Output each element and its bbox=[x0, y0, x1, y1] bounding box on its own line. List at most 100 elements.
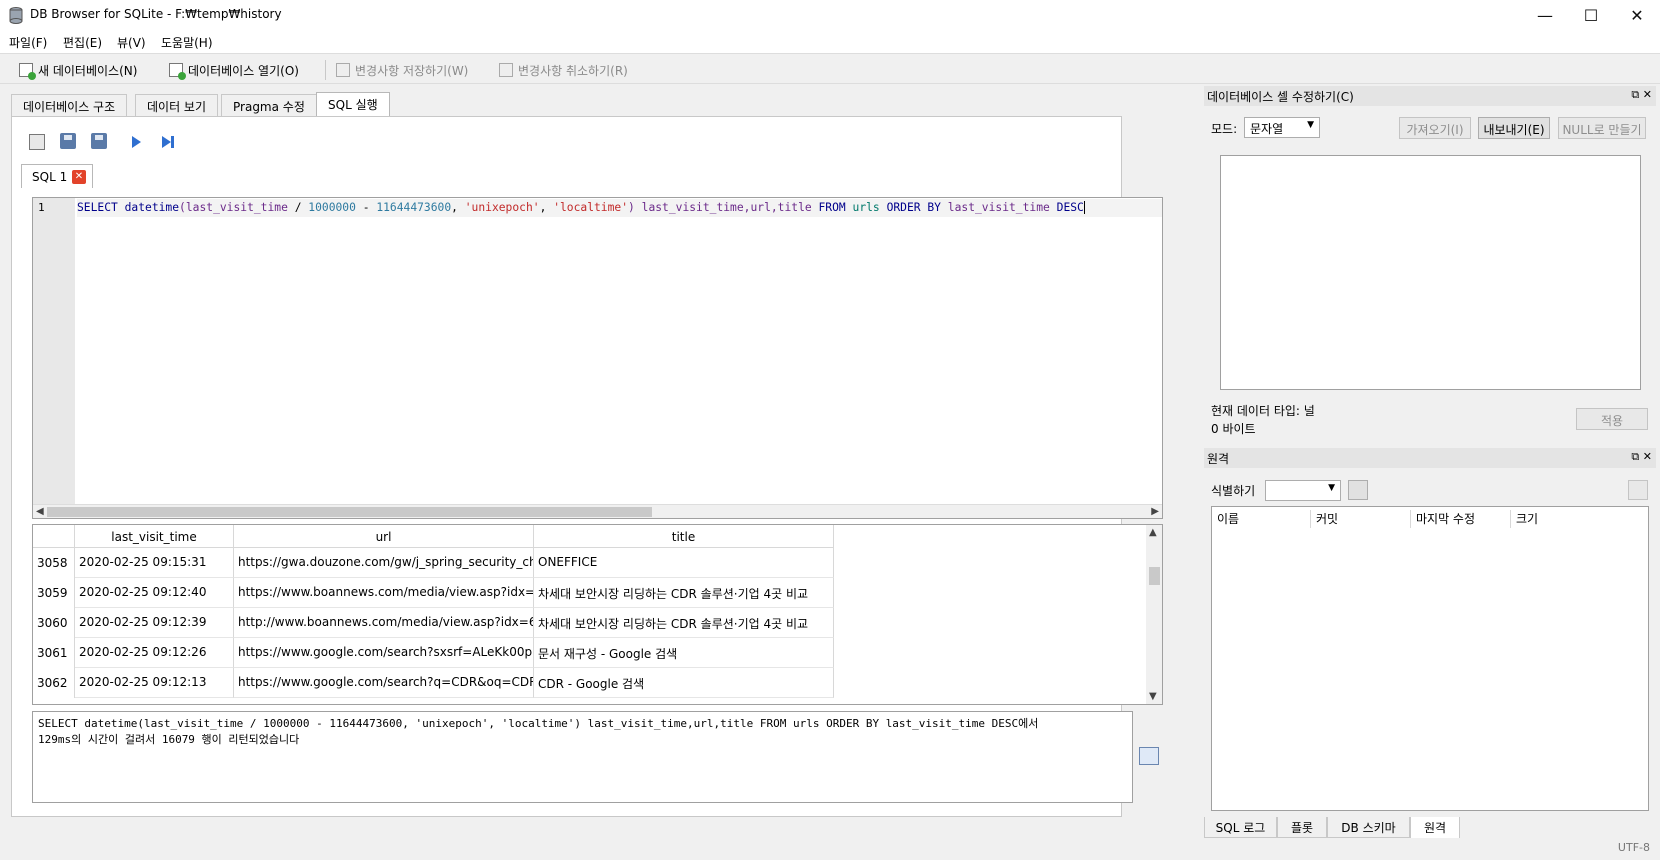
editor-horizontal-scrollbar[interactable]: ◀ ▶ bbox=[33, 504, 1162, 518]
token-comma: , bbox=[451, 201, 465, 214]
tab-browse-data[interactable]: 데이터 보기 bbox=[135, 94, 219, 116]
export-button[interactable]: 내보내기(E) bbox=[1478, 117, 1550, 139]
cell-editor-dock-title: 데이터베이스 셀 수정하기(C) ⧉ ✕ bbox=[1204, 86, 1656, 106]
open-database-label: 데이터베이스 열기(O) bbox=[188, 63, 299, 78]
results-grid[interactable]: last_visit_time url title 3058 2020-02-2… bbox=[32, 524, 1163, 705]
minimize-button[interactable]: — bbox=[1522, 0, 1568, 31]
menu-edit[interactable]: 편집(E) bbox=[63, 34, 102, 51]
remote-column-name: 이름 bbox=[1212, 510, 1311, 528]
encoding-label: UTF-8 bbox=[1617, 841, 1650, 854]
open-sql-file-icon[interactable] bbox=[60, 133, 76, 149]
add-identity-icon[interactable] bbox=[1348, 480, 1368, 500]
execute-all-icon[interactable] bbox=[132, 136, 141, 148]
open-database-button[interactable]: 데이터베이스 열기(O) bbox=[169, 59, 299, 81]
cell-url[interactable]: http://www.boannews.com/media/view.asp?i… bbox=[234, 608, 534, 638]
token-paren: ( bbox=[179, 201, 186, 214]
menu-file[interactable]: 파일(F) bbox=[9, 34, 47, 51]
scroll-up-icon[interactable]: ▲ bbox=[1149, 527, 1157, 538]
scrollbar-thumb[interactable] bbox=[1149, 567, 1160, 585]
close-tab-icon[interactable]: ✕ bbox=[72, 170, 86, 184]
sql-editor[interactable]: 1 SELECT datetime(last_visit_time / 1000… bbox=[32, 197, 1163, 519]
cell-last-visit-time[interactable]: 2020-02-25 09:12:40 bbox=[75, 578, 234, 608]
tab-remote[interactable]: 원격 bbox=[1410, 817, 1460, 840]
revert-changes-label: 변경사항 취소하기(R) bbox=[518, 63, 628, 78]
scroll-right-icon[interactable]: ▶ bbox=[1151, 506, 1159, 517]
cell-title[interactable]: CDR - Google 검색 bbox=[534, 668, 834, 698]
token-string: 'unixepoch' bbox=[464, 201, 540, 214]
token-table: urls bbox=[852, 201, 880, 214]
scroll-down-icon[interactable]: ▼ bbox=[1149, 691, 1157, 702]
mode-label: 모드: bbox=[1211, 122, 1238, 136]
identity-label: 식별하기 bbox=[1211, 484, 1256, 498]
scrollbar-thumb[interactable] bbox=[47, 507, 652, 517]
identity-select[interactable]: ▼ bbox=[1265, 480, 1341, 501]
open-database-icon bbox=[169, 63, 186, 80]
save-icon bbox=[336, 63, 350, 77]
token-desc: DESC bbox=[1056, 201, 1084, 214]
results-vertical-scrollbar[interactable]: ▲ ▼ bbox=[1146, 525, 1162, 704]
dock-float-close-icons[interactable]: ⧉ ✕ bbox=[1631, 88, 1652, 102]
sql-editor-tab[interactable]: SQL 1 ✕ bbox=[21, 164, 93, 188]
data-type-label: 현재 데이터 타입: 널 bbox=[1211, 404, 1315, 418]
remote-title: 원격 bbox=[1207, 452, 1230, 466]
cell-title[interactable]: 문서 재구성 - Google 검색 bbox=[534, 638, 834, 668]
window-title: DB Browser for SQLite - F:₩temp₩history bbox=[30, 7, 282, 21]
main-toolbar: 새 데이터베이스(N) 데이터베이스 열기(O) 변경사항 저장하기(W) 변경… bbox=[0, 53, 1660, 84]
column-header-last-visit-time[interactable]: last_visit_time bbox=[75, 525, 234, 548]
sql-tab-label: SQL 1 bbox=[32, 170, 68, 184]
row-number: 3060 bbox=[33, 608, 75, 638]
token-column: last_visit_time bbox=[947, 201, 1050, 214]
line-number: 1 bbox=[38, 201, 45, 214]
column-header-title[interactable]: title bbox=[534, 525, 834, 548]
token-from: FROM bbox=[818, 201, 846, 214]
tab-plot[interactable]: 플롯 bbox=[1277, 817, 1327, 838]
token-operator: / bbox=[287, 201, 309, 214]
revert-changes-button[interactable]: 변경사항 취소하기(R) bbox=[499, 59, 628, 81]
save-changes-button[interactable]: 변경사항 저장하기(W) bbox=[336, 59, 468, 81]
import-button[interactable]: 가져오기(I) bbox=[1399, 117, 1471, 139]
message-result-line: 129ms의 시간이 걸려서 16079 행이 리턴되었습니다 bbox=[38, 733, 300, 746]
execute-line-icon[interactable] bbox=[162, 136, 174, 148]
remote-list[interactable]: 이름 커밋 마지막 수정 크기 bbox=[1211, 506, 1649, 811]
tab-edit-pragmas[interactable]: Pragma 수정 bbox=[221, 94, 317, 116]
mode-select[interactable]: 문자열 ▼ bbox=[1244, 117, 1320, 138]
menu-help[interactable]: 도움말(H) bbox=[161, 34, 213, 51]
remote-settings-icon[interactable] bbox=[1628, 480, 1648, 500]
cell-last-visit-time[interactable]: 2020-02-25 09:15:31 bbox=[75, 548, 234, 578]
data-size-label: 0 바이트 bbox=[1211, 422, 1256, 436]
cell-title[interactable]: 차세대 보안시장 리딩하는 CDR 솔루션·기업 4곳 비교 bbox=[534, 608, 834, 638]
cell-title[interactable]: 차세대 보안시장 리딩하는 CDR 솔루션·기업 4곳 비교 bbox=[534, 578, 834, 608]
column-header-url[interactable]: url bbox=[234, 525, 534, 548]
cell-title[interactable]: ONEFFICE bbox=[534, 548, 834, 578]
save-results-icon[interactable] bbox=[1139, 747, 1159, 765]
cell-last-visit-time[interactable]: 2020-02-25 09:12:39 bbox=[75, 608, 234, 638]
cell-last-visit-time[interactable]: 2020-02-25 09:12:13 bbox=[75, 668, 234, 698]
set-null-button[interactable]: NULL로 만들기 bbox=[1558, 117, 1646, 139]
tab-database-structure[interactable]: 데이터베이스 구조 bbox=[11, 94, 128, 116]
token-comma: , bbox=[539, 201, 554, 214]
menu-view[interactable]: 뷰(V) bbox=[117, 34, 146, 51]
save-sql-file-icon[interactable] bbox=[91, 133, 107, 149]
scroll-left-icon[interactable]: ◀ bbox=[36, 506, 44, 517]
token-number: 11644473600 bbox=[376, 201, 452, 214]
tab-db-schema[interactable]: DB 스키마 bbox=[1327, 817, 1410, 838]
close-window-button[interactable]: ✕ bbox=[1614, 0, 1660, 31]
remote-column-commit: 커밋 bbox=[1311, 510, 1411, 528]
tab-sql-log[interactable]: SQL 로그 bbox=[1204, 817, 1277, 838]
open-tab-icon[interactable] bbox=[29, 134, 45, 150]
cell-url[interactable]: https://gwa.douzone.com/gw/j_spring_secu… bbox=[234, 548, 534, 578]
dock-float-close-icons[interactable]: ⧉ ✕ bbox=[1631, 450, 1652, 464]
cell-editor-textarea[interactable] bbox=[1220, 155, 1641, 390]
tab-execute-sql[interactable]: SQL 실행 bbox=[316, 92, 390, 117]
apply-button[interactable]: 적용 bbox=[1576, 408, 1648, 430]
mode-value: 문자열 bbox=[1250, 122, 1284, 136]
cell-url[interactable]: https://www.boannews.com/media/view.asp?… bbox=[234, 578, 534, 608]
cell-last-visit-time[interactable]: 2020-02-25 09:12:26 bbox=[75, 638, 234, 668]
toolbar-separator bbox=[325, 60, 326, 80]
cell-url[interactable]: https://www.google.com/search?sxsrf=ALeK… bbox=[234, 638, 534, 668]
token-paren: ) bbox=[628, 201, 635, 214]
maximize-button[interactable]: ☐ bbox=[1568, 0, 1614, 31]
cell-url[interactable]: https://www.google.com/search?q=CDR&oq=C… bbox=[234, 668, 534, 698]
new-database-button[interactable]: 새 데이터베이스(N) bbox=[19, 59, 137, 81]
sql-code[interactable]: SELECT datetime(last_visit_time / 100000… bbox=[77, 201, 1085, 214]
